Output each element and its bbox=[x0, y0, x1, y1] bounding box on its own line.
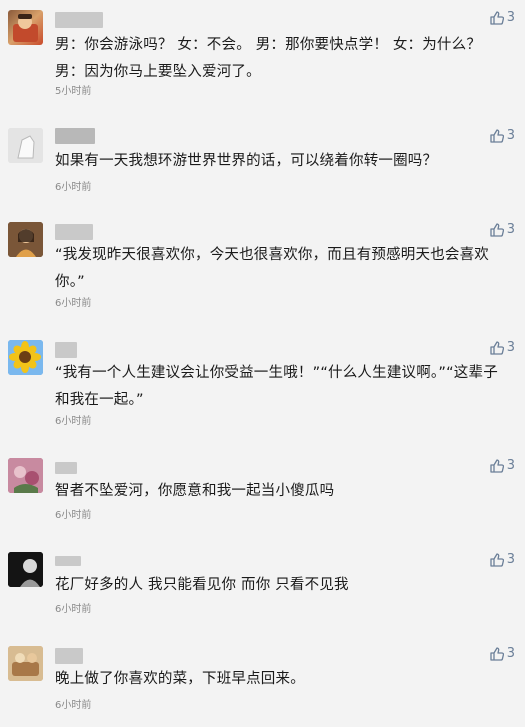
thumbs-up-icon bbox=[490, 128, 504, 143]
avatar-image bbox=[8, 646, 43, 681]
comment-list: 男：你会游泳吗？ 女：不会。 男：那你要快点学！ 女：为什么？ 男：因为你马上要… bbox=[0, 0, 525, 727]
nickname-blurred bbox=[55, 342, 77, 358]
avatar[interactable] bbox=[8, 340, 43, 375]
avatar-image bbox=[8, 128, 43, 163]
avatar[interactable] bbox=[8, 458, 43, 493]
comment-time: 6小时前 bbox=[55, 700, 92, 711]
thumbs-up-icon bbox=[490, 340, 504, 355]
comment-time: 6小时前 bbox=[55, 182, 92, 193]
comment-text: 如果有一天我想环游世界世界的话，可以绕着你转一圈吗？ bbox=[55, 153, 438, 169]
comment-time: 6小时前 bbox=[55, 604, 92, 615]
comment-time: 6小时前 bbox=[55, 298, 92, 309]
comment-text: “我发现昨天很喜欢你，今天也很喜欢你，而且有预感明天也会喜欢你。” bbox=[55, 247, 490, 290]
comment-text: 花厂好多的人 我只能看见你 而你 只看不见我 bbox=[55, 577, 349, 593]
nickname-blurred bbox=[55, 556, 81, 566]
nickname-blurred bbox=[55, 462, 77, 474]
nickname-blurred bbox=[55, 648, 83, 664]
like-count: 3 bbox=[506, 552, 515, 567]
comment-text: “我有一个人生建议会让你受益一生哦！”“什么人生建议啊。”“这辈子和我在一起。” bbox=[55, 365, 498, 408]
avatar-image bbox=[8, 458, 43, 493]
avatar[interactable] bbox=[8, 552, 43, 587]
comment-text: 男：你会游泳吗？ 女：不会。 男：那你要快点学！ 女：为什么？ 男：因为你马上要… bbox=[55, 37, 482, 80]
avatar-image bbox=[8, 552, 43, 587]
like-button[interactable]: 3 bbox=[490, 128, 515, 143]
like-count: 3 bbox=[506, 646, 515, 661]
comment-text: 智者不坠爱河，你愿意和我一起当小傻瓜吗 bbox=[55, 483, 335, 499]
thumbs-up-icon bbox=[490, 222, 504, 237]
thumbs-up-icon bbox=[490, 646, 504, 661]
like-count: 3 bbox=[506, 128, 515, 143]
nickname-blurred bbox=[55, 224, 93, 240]
like-count: 3 bbox=[506, 458, 515, 473]
like-count: 3 bbox=[506, 10, 515, 25]
comment-time: 6小时前 bbox=[55, 510, 92, 521]
like-count: 3 bbox=[506, 340, 515, 355]
nickname-blurred bbox=[55, 12, 103, 28]
thumbs-up-icon bbox=[490, 458, 504, 473]
avatar-image bbox=[13, 14, 38, 42]
avatar[interactable] bbox=[8, 10, 43, 45]
nickname-blurred bbox=[55, 128, 95, 144]
like-button[interactable]: 3 bbox=[490, 10, 515, 25]
avatar-image bbox=[8, 222, 43, 257]
like-button[interactable]: 3 bbox=[490, 458, 515, 473]
comment-time: 5小时前 bbox=[55, 86, 92, 97]
avatar[interactable] bbox=[8, 646, 43, 681]
like-count: 3 bbox=[506, 222, 515, 237]
thumbs-up-icon bbox=[490, 10, 504, 25]
avatar[interactable] bbox=[8, 222, 43, 257]
thumbs-up-icon bbox=[490, 552, 504, 567]
avatar-image bbox=[8, 340, 43, 375]
avatar[interactable] bbox=[8, 128, 43, 163]
like-button[interactable]: 3 bbox=[490, 222, 515, 237]
comment-time: 6小时前 bbox=[55, 416, 92, 427]
like-button[interactable]: 3 bbox=[490, 552, 515, 567]
like-button[interactable]: 3 bbox=[490, 340, 515, 355]
like-button[interactable]: 3 bbox=[490, 646, 515, 661]
comment-text: 晚上做了你喜欢的菜，下班早点回来。 bbox=[55, 671, 305, 687]
